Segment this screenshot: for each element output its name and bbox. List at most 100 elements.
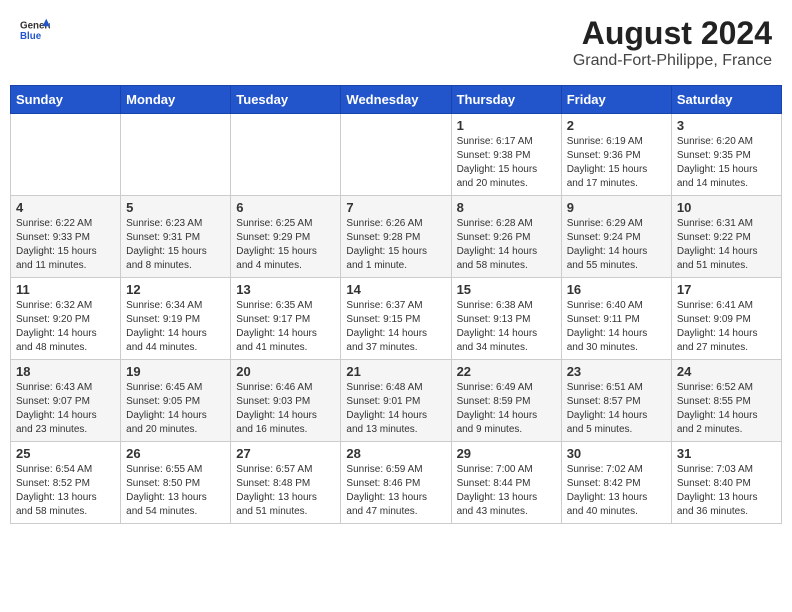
calendar-cell: 10 Sunrise: 6:31 AM Sunset: 9:22 PM Dayli… (671, 196, 781, 278)
calendar-cell: 19Sunrise: 6:45 AM Sunset: 9:05 PM Dayli… (121, 360, 231, 442)
day-info: Sunrise: 6:55 AM Sunset: 8:50 PM Dayligh… (126, 463, 225, 519)
calendar-cell: 15Sunrise: 6:38 AM Sunset: 9:13 PM Dayli… (451, 278, 561, 360)
day-info: Sunrise: 6:51 AM Sunset: 8:57 PM Dayligh… (567, 381, 666, 437)
col-friday: Friday (561, 86, 671, 114)
calendar-cell: 2 Sunrise: 6:19 AM Sunset: 9:36 PM Daylig… (561, 114, 671, 196)
day-number: 2 (567, 118, 666, 133)
calendar-week-row: 25 Sunrise: 6:54 AM Sunset: 8:52 PM Dayli… (11, 442, 782, 524)
calendar-cell: 5 Sunrise: 6:23 AM Sunset: 9:31 PM Daylig… (121, 196, 231, 278)
calendar-cell: 22 Sunrise: 6:49 AM Sunset: 8:59 PM Dayli… (451, 360, 561, 442)
day-info: Sunrise: 6:57 AM Sunset: 8:48 PM Dayligh… (236, 463, 335, 519)
svg-text:Blue: Blue (20, 31, 42, 42)
day-number: 7 (346, 200, 445, 215)
day-number: 5 (126, 200, 225, 215)
day-number: 21 (346, 364, 445, 379)
calendar-cell: 27 Sunrise: 6:57 AM Sunset: 8:48 PM Dayli… (231, 442, 341, 524)
day-info: Sunrise: 6:48 AM Sunset: 9:01 PM Dayligh… (346, 381, 445, 437)
calendar: Sunday Monday Tuesday Wednesday Thursday… (10, 85, 782, 524)
day-info: Sunrise: 6:54 AM Sunset: 8:52 PM Dayligh… (16, 463, 115, 519)
day-number: 9 (567, 200, 666, 215)
calendar-cell (231, 114, 341, 196)
day-number: 18 (16, 364, 115, 379)
calendar-cell: 1 Sunrise: 6:17 AM Sunset: 9:38 PM Daylig… (451, 114, 561, 196)
calendar-cell: 7 Sunrise: 6:26 AM Sunset: 9:28 PM Daylig… (341, 196, 451, 278)
day-number: 27 (236, 446, 335, 461)
day-number: 12 (126, 282, 225, 297)
day-info: Sunrise: 6:37 AM Sunset: 9:15 PM Dayligh… (346, 299, 445, 355)
day-number: 23 (567, 364, 666, 379)
month-info: August 2024 Grand-Fort-Philippe, France (573, 15, 772, 70)
day-info: Sunrise: 6:23 AM Sunset: 9:31 PM Dayligh… (126, 217, 225, 273)
day-number: 22 (457, 364, 556, 379)
day-number: 3 (677, 118, 776, 133)
day-info: Sunrise: 6:22 AM Sunset: 9:33 PM Dayligh… (16, 217, 115, 273)
day-number: 26 (126, 446, 225, 461)
day-info: Sunrise: 6:19 AM Sunset: 9:36 PM Dayligh… (567, 135, 666, 191)
day-info: Sunrise: 6:35 AM Sunset: 9:17 PM Dayligh… (236, 299, 335, 355)
day-info: Sunrise: 6:31 AM Sunset: 9:22 PM Dayligh… (677, 217, 776, 273)
day-info: Sunrise: 6:32 AM Sunset: 9:20 PM Dayligh… (16, 299, 115, 355)
col-tuesday: Tuesday (231, 86, 341, 114)
day-number: 8 (457, 200, 556, 215)
col-monday: Monday (121, 86, 231, 114)
calendar-cell: 28 Sunrise: 6:59 AM Sunset: 8:46 PM Dayli… (341, 442, 451, 524)
calendar-cell: 17Sunrise: 6:41 AM Sunset: 9:09 PM Dayli… (671, 278, 781, 360)
day-info: Sunrise: 6:29 AM Sunset: 9:24 PM Dayligh… (567, 217, 666, 273)
day-number: 24 (677, 364, 776, 379)
calendar-cell: 6Sunrise: 6:25 AM Sunset: 9:29 PM Daylig… (231, 196, 341, 278)
col-wednesday: Wednesday (341, 86, 451, 114)
day-number: 16 (567, 282, 666, 297)
calendar-cell: 14 Sunrise: 6:37 AM Sunset: 9:15 PM Dayli… (341, 278, 451, 360)
day-number: 11 (16, 282, 115, 297)
day-info: Sunrise: 6:52 AM Sunset: 8:55 PM Dayligh… (677, 381, 776, 437)
day-info: Sunrise: 6:43 AM Sunset: 9:07 PM Dayligh… (16, 381, 115, 437)
day-info: Sunrise: 6:20 AM Sunset: 9:35 PM Dayligh… (677, 135, 776, 191)
day-number: 4 (16, 200, 115, 215)
calendar-cell: 11 Sunrise: 6:32 AM Sunset: 9:20 PM Dayli… (11, 278, 121, 360)
day-number: 31 (677, 446, 776, 461)
day-info: Sunrise: 6:46 AM Sunset: 9:03 PM Dayligh… (236, 381, 335, 437)
day-number: 15 (457, 282, 556, 297)
calendar-week-row: 1 Sunrise: 6:17 AM Sunset: 9:38 PM Daylig… (11, 114, 782, 196)
day-number: 28 (346, 446, 445, 461)
day-info: Sunrise: 6:26 AM Sunset: 9:28 PM Dayligh… (346, 217, 445, 273)
day-number: 6 (236, 200, 335, 215)
calendar-cell: 3 Sunrise: 6:20 AM Sunset: 9:35 PM Daylig… (671, 114, 781, 196)
calendar-cell: 12 Sunrise: 6:34 AM Sunset: 9:19 PM Dayli… (121, 278, 231, 360)
calendar-cell: 25 Sunrise: 6:54 AM Sunset: 8:52 PM Dayli… (11, 442, 121, 524)
calendar-week-row: 18 Sunrise: 6:43 AM Sunset: 9:07 PM Dayli… (11, 360, 782, 442)
calendar-cell: 30Sunrise: 7:02 AM Sunset: 8:42 PM Dayli… (561, 442, 671, 524)
calendar-cell: 23 Sunrise: 6:51 AM Sunset: 8:57 PM Dayli… (561, 360, 671, 442)
calendar-cell: 18 Sunrise: 6:43 AM Sunset: 9:07 PM Dayli… (11, 360, 121, 442)
calendar-cell (341, 114, 451, 196)
calendar-cell: 16 Sunrise: 6:40 AM Sunset: 9:11 PM Dayli… (561, 278, 671, 360)
day-number: 14 (346, 282, 445, 297)
day-number: 1 (457, 118, 556, 133)
day-number: 19 (126, 364, 225, 379)
calendar-cell: 8 Sunrise: 6:28 AM Sunset: 9:26 PM Daylig… (451, 196, 561, 278)
calendar-week-row: 4 Sunrise: 6:22 AM Sunset: 9:33 PM Daylig… (11, 196, 782, 278)
calendar-cell: 9 Sunrise: 6:29 AM Sunset: 9:24 PM Daylig… (561, 196, 671, 278)
day-info: Sunrise: 6:28 AM Sunset: 9:26 PM Dayligh… (457, 217, 556, 273)
col-saturday: Saturday (671, 86, 781, 114)
calendar-cell: 20 Sunrise: 6:46 AM Sunset: 9:03 PM Dayli… (231, 360, 341, 442)
day-info: Sunrise: 6:34 AM Sunset: 9:19 PM Dayligh… (126, 299, 225, 355)
day-number: 17 (677, 282, 776, 297)
col-sunday: Sunday (11, 86, 121, 114)
day-info: Sunrise: 6:40 AM Sunset: 9:11 PM Dayligh… (567, 299, 666, 355)
logo: General Blue (20, 15, 54, 45)
day-number: 25 (16, 446, 115, 461)
day-number: 13 (236, 282, 335, 297)
calendar-cell: 13 Sunrise: 6:35 AM Sunset: 9:17 PM Dayli… (231, 278, 341, 360)
day-info: Sunrise: 6:17 AM Sunset: 9:38 PM Dayligh… (457, 135, 556, 191)
day-number: 10 (677, 200, 776, 215)
location: Grand-Fort-Philippe, France (573, 52, 772, 70)
day-number: 29 (457, 446, 556, 461)
day-number: 20 (236, 364, 335, 379)
day-info: Sunrise: 7:00 AM Sunset: 8:44 PM Dayligh… (457, 463, 556, 519)
day-info: Sunrise: 6:59 AM Sunset: 8:46 PM Dayligh… (346, 463, 445, 519)
calendar-cell: 24 Sunrise: 6:52 AM Sunset: 8:55 PM Dayli… (671, 360, 781, 442)
header: General Blue August 2024 Grand-Fort-Phil… (10, 10, 782, 75)
calendar-cell: 4 Sunrise: 6:22 AM Sunset: 9:33 PM Daylig… (11, 196, 121, 278)
day-info: Sunrise: 6:49 AM Sunset: 8:59 PM Dayligh… (457, 381, 556, 437)
